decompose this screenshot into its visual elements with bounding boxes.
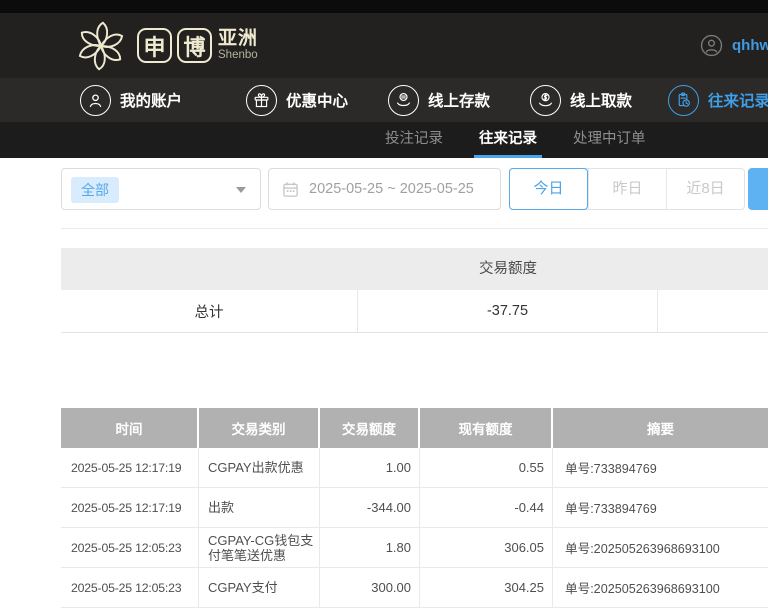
table-row: 2025-05-25 12:05:23 CGPAY-CG钱包支付笔笔送优惠 1.… — [61, 528, 768, 568]
cell-type: CGPAY支付 — [199, 568, 320, 607]
tab-betting-records[interactable]: 投注记录 — [380, 122, 448, 158]
person-icon — [80, 84, 111, 116]
cell-time: 2025-05-25 12:17:19 — [61, 448, 199, 487]
cell-type: 出款 — [199, 488, 320, 527]
summary-header-label: 交易额度 — [479, 261, 537, 277]
last-8-days-button[interactable]: 近8日 — [666, 169, 744, 209]
date-range-input[interactable]: 2025-05-25 ~ 2025-05-25 — [268, 168, 501, 210]
table-row: 2025-05-25 12:05:23 CGPAY支付 300.00 304.2… — [61, 568, 768, 608]
nav-item-label: 线上取款 — [570, 93, 633, 110]
cell-amount: 300.00 — [320, 568, 420, 607]
main-nav: 我的账户 优惠中心 线上存款 线上取款 往来记录 — [0, 78, 768, 122]
cell-summary: 单号:202505263968693100 — [565, 542, 720, 556]
top-strip — [0, 0, 768, 13]
logo-subtitle: Shenbo — [218, 49, 258, 62]
cell-amount: 1.80 — [320, 528, 420, 567]
cell-time: 2025-05-25 12:05:23 — [61, 568, 199, 607]
nav-item-promotions[interactable]: 优惠中心 — [246, 78, 348, 122]
chevron-down-icon — [236, 187, 246, 193]
nav-item-label: 优惠中心 — [286, 93, 349, 110]
records-table: 时间 交易类别 交易额度 现有额度 摘要 2025-05-25 12:17:19… — [61, 408, 768, 608]
cell-balance: 0.55 — [420, 448, 553, 487]
hand-dollar-icon — [530, 84, 561, 116]
nav-item-records[interactable]: 往来记录 — [668, 78, 768, 122]
col-header-time: 时间 — [61, 408, 199, 448]
cell-balance: 306.05 — [420, 528, 553, 567]
nav-item-my-account[interactable]: 我的账户 — [80, 78, 182, 122]
hand-coin-icon — [388, 84, 419, 116]
col-header-type: 交易类别 — [199, 408, 320, 448]
section-divider — [61, 228, 768, 229]
cell-summary: 单号:202505263968693100 — [565, 582, 720, 596]
cell-amount: -344.00 — [320, 488, 420, 527]
tab-pending-orders[interactable]: 处理中订单 — [568, 122, 651, 158]
sub-nav: 投注记录 往来记录 处理中订单 — [0, 122, 768, 158]
gift-icon — [246, 84, 277, 116]
category-selected-tag[interactable]: 全部 — [71, 177, 119, 203]
cell-summary: 单号:733894769 — [565, 462, 657, 476]
yesterday-button[interactable]: 昨日 — [588, 169, 666, 209]
summary-row: 总计 -37.75 — [61, 290, 768, 333]
search-button[interactable] — [748, 168, 768, 210]
calendar-icon — [282, 181, 299, 198]
summary-table: 交易额度 总计 -37.75 — [61, 248, 768, 333]
username[interactable]: qhhw — [732, 37, 768, 54]
user-avatar-icon — [700, 34, 723, 57]
summary-header: 交易额度 — [61, 248, 768, 290]
brand-bar: 申 博 亚洲 Shenbo qhhw — [0, 13, 768, 78]
clipboard-clock-icon — [668, 84, 699, 116]
nav-item-withdraw[interactable]: 线上取款 — [530, 78, 632, 122]
cell-amount: 1.00 — [320, 448, 420, 487]
nav-item-label: 线上存款 — [428, 93, 491, 110]
cell-time: 2025-05-25 12:17:19 — [61, 488, 199, 527]
user-box[interactable]: qhhw — [700, 34, 768, 57]
cell-balance: 304.25 — [420, 568, 553, 607]
cell-time: 2025-05-25 12:05:23 — [61, 528, 199, 567]
logo-region: 亚洲 — [218, 28, 259, 50]
col-header-balance: 现有额度 — [420, 408, 553, 448]
cell-summary: 单号:733894769 — [565, 502, 657, 516]
content: 全部 2025-05-25 ~ 2025-05-25 今日 昨日 近8日 交易额… — [0, 158, 768, 611]
cell-type: CGPAY-CG钱包支付笔笔送优惠 — [199, 528, 320, 567]
nav-item-label: 我的账户 — [120, 93, 183, 110]
summary-row-label: 总计 — [61, 290, 358, 332]
summary-total-value: -37.75 — [358, 290, 658, 332]
logo[interactable]: 申 博 亚洲 Shenbo — [70, 14, 258, 77]
records-table-header: 时间 交易类别 交易额度 现有额度 摘要 — [61, 408, 768, 448]
lotus-flower-icon — [70, 15, 132, 77]
date-range-value: 2025-05-25 ~ 2025-05-25 — [309, 181, 474, 197]
cell-type: CGPAY出款优惠 — [199, 448, 320, 487]
today-button[interactable]: 今日 — [509, 168, 588, 210]
col-header-amount: 交易额度 — [320, 408, 420, 448]
page: 申 博 亚洲 Shenbo qhhw 我的账户 优惠中心 线上存款 线上取款 往… — [0, 0, 768, 611]
table-row: 2025-05-25 12:17:19 CGPAY出款优惠 1.00 0.55 … — [61, 448, 768, 488]
col-header-summary: 摘要 — [647, 422, 674, 437]
summary-empty-cell — [658, 290, 768, 332]
cell-balance: -0.44 — [420, 488, 553, 527]
quick-date-group: 今日 昨日 近8日 — [509, 168, 745, 210]
nav-item-deposit[interactable]: 线上存款 — [388, 78, 490, 122]
logo-char-shen: 申 — [137, 28, 172, 63]
nav-item-label: 往来记录 — [708, 93, 768, 110]
category-select[interactable]: 全部 — [61, 168, 261, 210]
tab-transaction-records[interactable]: 往来记录 — [474, 122, 542, 158]
table-row: 2025-05-25 12:17:19 出款 -344.00 -0.44 单号:… — [61, 488, 768, 528]
logo-char-bo: 博 — [177, 28, 212, 63]
